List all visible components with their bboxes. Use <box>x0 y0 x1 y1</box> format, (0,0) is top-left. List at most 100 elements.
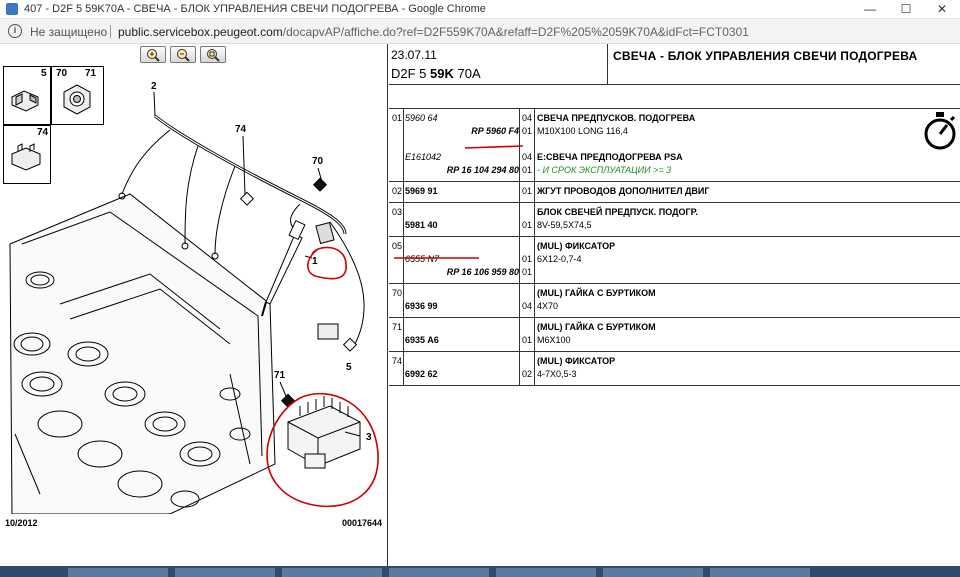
header-rule <box>389 84 960 85</box>
column-divider <box>519 318 520 352</box>
taskbar-item[interactable] <box>496 568 596 577</box>
callout-1: 1 <box>312 256 318 267</box>
row-index: 70 <box>392 288 403 298</box>
part-quantity: 01 <box>522 267 533 277</box>
part-description: M6X100 <box>537 335 571 345</box>
table-row[interactable]: 02 5969 91 01 ЖГУТ ПРОВОДОВ ДОПОЛНИТЕЛ ДВИГ <box>389 181 960 203</box>
window-titlebar: 407 - D2F 5 59K70A - СВЕЧА - БЛОК УПРАВЛ… <box>0 0 960 19</box>
part-description: (MUL) ФИКСАТОР <box>537 356 616 366</box>
callout-70: 70 <box>312 156 324 167</box>
glow-plug-drawing <box>261 219 306 317</box>
header-code-prefix: D2F 5 <box>391 66 431 81</box>
column-divider <box>534 284 535 318</box>
column-divider <box>534 109 535 182</box>
header-date: 23.07.11 <box>391 48 437 62</box>
row-index: 71 <box>392 322 403 332</box>
header-code: D2F 5 59K 70A <box>391 66 481 81</box>
part-description: СВЕЧА ПРЕДПУСКОВ. ПОДОГРЕВА <box>537 113 696 123</box>
column-divider <box>519 352 520 386</box>
favicon-icon <box>6 3 18 15</box>
part-quantity: 04 <box>522 301 533 311</box>
address-bar[interactable]: i Не защищено public.servicebox.peugeot.… <box>0 19 960 44</box>
taskbar-item[interactable] <box>710 568 810 577</box>
callout-71: 71 <box>274 370 286 381</box>
taskbar-item[interactable] <box>282 568 382 577</box>
part-reference[interactable]: 6555 N7 <box>405 254 439 264</box>
row-index: 02 <box>392 186 403 196</box>
part-description: 8V-59,5X74,5 <box>537 220 592 230</box>
part-reference[interactable]: E161042 <box>405 152 441 162</box>
column-divider <box>519 109 520 182</box>
callout-74: 74 <box>235 124 247 135</box>
part-reference[interactable]: RP 16 106 959 80 <box>447 267 519 277</box>
column-divider <box>534 352 535 386</box>
part-description: M10X100 LONG 116,4 <box>537 126 628 136</box>
table-row[interactable]: 01 5960 64 04 СВЕЧА ПРЕДПУСКОВ. ПОДОГРЕВА RP… <box>389 108 960 182</box>
diagram-date: 10/2012 <box>5 518 38 528</box>
part-reference[interactable]: RP 16 104 294 80 <box>447 165 519 175</box>
column-divider <box>403 182 404 203</box>
table-row[interactable]: 05 (MUL) ФИКСАТОР 6555 N7 01 6X12-0,7-4 RP 16… <box>389 236 960 284</box>
close-button[interactable]: ✕ <box>924 0 960 19</box>
part-quantity: 04 <box>522 152 533 162</box>
header-code-suffix: 70A <box>453 66 481 81</box>
taskbar-item[interactable] <box>68 568 168 577</box>
row-index: 05 <box>392 241 403 251</box>
minimize-button[interactable]: — <box>852 0 888 19</box>
part-reference[interactable]: 5969 91 <box>405 186 438 196</box>
part-quantity: 01 <box>522 126 533 136</box>
table-row[interactable]: 70 (MUL) ГАЙКА С БУРТИКОМ 6936 99 04 4X70 <box>389 283 960 318</box>
column-divider <box>403 237 404 284</box>
part-reference[interactable]: 6936 99 <box>405 301 438 311</box>
column-divider <box>534 182 535 203</box>
exploded-diagram <box>9 91 379 514</box>
stopwatch-icon[interactable] <box>922 110 958 152</box>
column-divider <box>403 284 404 318</box>
part-description: (MUL) ГАЙКА С БУРТИКОМ <box>537 288 656 298</box>
part-quantity: 02 <box>522 369 533 379</box>
row-index: 01 <box>392 113 403 123</box>
part-reference[interactable]: 5960 64 <box>405 113 438 123</box>
part-quantity: 01 <box>522 165 533 175</box>
info-icon[interactable]: i <box>8 24 22 38</box>
column-divider <box>534 318 535 352</box>
part-reference[interactable]: 6992 62 <box>405 369 438 379</box>
header-divider <box>607 44 608 84</box>
page-title: СВЕЧА - БЛОК УПРАВЛЕНИЯ СВЕЧИ ПОДОГРЕВА <box>613 49 918 63</box>
part-reference[interactable]: 6935 A6 <box>405 335 439 345</box>
taskbar-item[interactable] <box>389 568 489 577</box>
part-description: БЛОК СВЕЧЕЙ ПРЕДПУСК. ПОДОГР. <box>537 207 698 217</box>
part-quantity: 01 <box>522 335 533 345</box>
window-title: 407 - D2F 5 59K70A - СВЕЧА - БЛОК УПРАВЛ… <box>24 3 486 15</box>
part-reference[interactable]: 5981 40 <box>405 220 438 230</box>
row-index: 03 <box>392 207 403 217</box>
security-label[interactable]: Не защищено <box>30 25 107 39</box>
header-code-bold: 59K <box>430 66 454 81</box>
address-separator <box>110 25 111 38</box>
table-row[interactable]: 71 (MUL) ГАЙКА С БУРТИКОМ 6935 A6 01 M6X100 <box>389 317 960 352</box>
taskbar-item[interactable] <box>175 568 275 577</box>
taskbar-item[interactable] <box>603 568 703 577</box>
table-end-rule <box>389 385 960 386</box>
parts-pane: 23.07.11 D2F 5 59K 70A СВЕЧА - БЛОК УПРА… <box>389 44 960 566</box>
column-divider <box>534 237 535 284</box>
part-quantity: 01 <box>522 254 533 264</box>
column-divider <box>403 318 404 352</box>
cylinder-head-drawing <box>9 193 276 514</box>
maximize-button[interactable]: ☐ <box>888 0 924 19</box>
diagram-reference: 00017644 <box>342 518 383 528</box>
column-divider <box>519 203 520 237</box>
row-index: 74 <box>392 356 403 366</box>
callout-2: 2 <box>151 81 157 92</box>
table-row[interactable]: 03 БЛОК СВЕЧЕЙ ПРЕДПУСК. ПОДОГР. 5981 40 01… <box>389 202 960 237</box>
url-text[interactable]: public.servicebox.peugeot.com/docapvAP/a… <box>118 25 749 39</box>
part-reference[interactable]: RP 5960 F4 <box>471 126 519 136</box>
part-description: 4X70 <box>537 301 559 311</box>
table-row[interactable]: 74 (MUL) ФИКСАТОР 6992 62 02 4-7X0,5-3 <box>389 351 960 386</box>
part-description: (MUL) ГАЙКА С БУРТИКОМ <box>537 322 656 332</box>
column-divider <box>403 109 404 182</box>
callout-5: 5 <box>346 362 352 373</box>
part-description: 6X12-0,7-4 <box>537 254 582 264</box>
column-divider <box>519 182 520 203</box>
diagram-pane: 5 70 71 74 2 74 70 1 5 71 3 10/2012 0001… <box>0 44 388 566</box>
